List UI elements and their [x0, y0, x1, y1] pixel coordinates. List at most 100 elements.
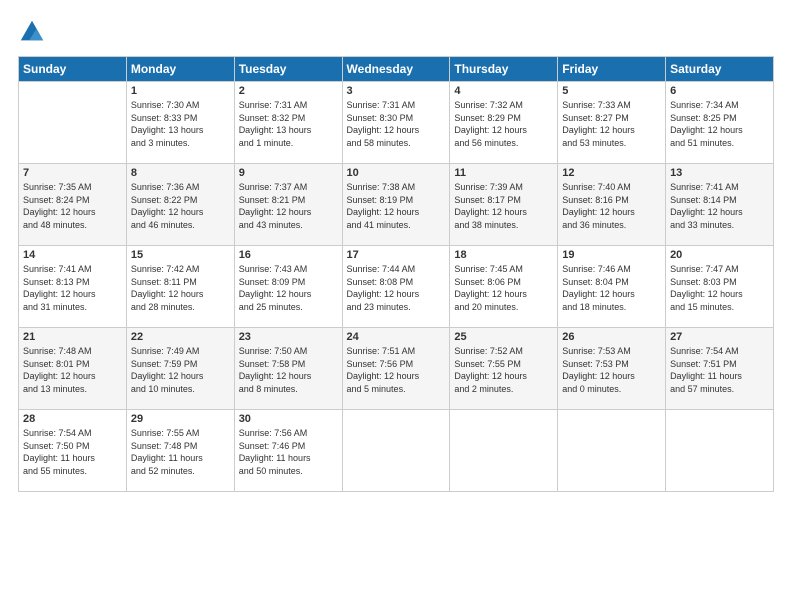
calendar-cell: 16 Sunrise: 7:43 AMSunset: 8:09 PMDayligh… — [234, 246, 342, 328]
day-info: Sunrise: 7:38 AMSunset: 8:19 PMDaylight:… — [347, 181, 446, 231]
calendar-cell: 15 Sunrise: 7:42 AMSunset: 8:11 PMDayligh… — [126, 246, 234, 328]
day-info: Sunrise: 7:55 AMSunset: 7:48 PMDaylight:… — [131, 427, 230, 477]
week-row-1: 7 Sunrise: 7:35 AMSunset: 8:24 PMDaylight… — [19, 164, 774, 246]
day-info: Sunrise: 7:43 AMSunset: 8:09 PMDaylight:… — [239, 263, 338, 313]
calendar-cell: 17 Sunrise: 7:44 AMSunset: 8:08 PMDayligh… — [342, 246, 450, 328]
calendar-cell: 19 Sunrise: 7:46 AMSunset: 8:04 PMDayligh… — [558, 246, 666, 328]
day-number: 1 — [131, 85, 230, 97]
day-number: 10 — [347, 167, 446, 179]
logo — [18, 18, 50, 46]
day-number: 20 — [670, 249, 769, 261]
day-info: Sunrise: 7:53 AMSunset: 7:53 PMDaylight:… — [562, 345, 661, 395]
day-info: Sunrise: 7:52 AMSunset: 7:55 PMDaylight:… — [454, 345, 553, 395]
calendar-cell: 2 Sunrise: 7:31 AMSunset: 8:32 PMDaylight… — [234, 82, 342, 164]
calendar-cell — [450, 410, 558, 492]
calendar-cell: 21 Sunrise: 7:48 AMSunset: 8:01 PMDayligh… — [19, 328, 127, 410]
calendar-cell: 4 Sunrise: 7:32 AMSunset: 8:29 PMDaylight… — [450, 82, 558, 164]
calendar-cell: 29Sunrise: 7:55 AMSunset: 7:48 PMDayligh… — [126, 410, 234, 492]
day-info: Sunrise: 7:45 AMSunset: 8:06 PMDaylight:… — [454, 263, 553, 313]
day-info: Sunrise: 7:30 AMSunset: 8:33 PMDaylight:… — [131, 99, 230, 149]
day-number: 5 — [562, 85, 661, 97]
day-number: 18 — [454, 249, 553, 261]
day-number: 9 — [239, 167, 338, 179]
week-row-4: 28 Sunrise: 7:54 AMSunset: 7:50 PMDayligh… — [19, 410, 774, 492]
weekday-header-monday: Monday — [126, 57, 234, 82]
day-number: 21 — [23, 331, 122, 343]
day-number: 26 — [562, 331, 661, 343]
calendar-cell: 13Sunrise: 7:41 AMSunset: 8:14 PMDayligh… — [666, 164, 774, 246]
day-number: 14 — [23, 249, 122, 261]
calendar-cell: 12Sunrise: 7:40 AMSunset: 8:16 PMDayligh… — [558, 164, 666, 246]
header — [18, 18, 774, 46]
day-number: 2 — [239, 85, 338, 97]
week-row-0: 1 Sunrise: 7:30 AMSunset: 8:33 PMDaylight… — [19, 82, 774, 164]
day-info: Sunrise: 7:44 AMSunset: 8:08 PMDaylight:… — [347, 263, 446, 313]
day-info: Sunrise: 7:41 AMSunset: 8:13 PMDaylight:… — [23, 263, 122, 313]
weekday-header-friday: Friday — [558, 57, 666, 82]
calendar-cell: 6 Sunrise: 7:34 AMSunset: 8:25 PMDaylight… — [666, 82, 774, 164]
calendar-cell: 24 Sunrise: 7:51 AMSunset: 7:56 PMDayligh… — [342, 328, 450, 410]
calendar-cell: 18 Sunrise: 7:45 AMSunset: 8:06 PMDayligh… — [450, 246, 558, 328]
day-info: Sunrise: 7:31 AMSunset: 8:30 PMDaylight:… — [347, 99, 446, 149]
day-number: 7 — [23, 167, 122, 179]
logo-icon — [18, 18, 46, 46]
weekday-header-row: SundayMondayTuesdayWednesdayThursdayFrid… — [19, 57, 774, 82]
day-number: 23 — [239, 331, 338, 343]
calendar-cell: 23 Sunrise: 7:50 AMSunset: 7:58 PMDayligh… — [234, 328, 342, 410]
day-number: 15 — [131, 249, 230, 261]
day-number: 19 — [562, 249, 661, 261]
calendar-cell — [19, 82, 127, 164]
day-number: 11 — [454, 167, 553, 179]
weekday-header-sunday: Sunday — [19, 57, 127, 82]
day-number: 25 — [454, 331, 553, 343]
calendar-cell: 9 Sunrise: 7:37 AMSunset: 8:21 PMDaylight… — [234, 164, 342, 246]
calendar-cell: 11Sunrise: 7:39 AMSunset: 8:17 PMDayligh… — [450, 164, 558, 246]
day-info: Sunrise: 7:36 AMSunset: 8:22 PMDaylight:… — [131, 181, 230, 231]
calendar-cell — [342, 410, 450, 492]
day-info: Sunrise: 7:34 AMSunset: 8:25 PMDaylight:… — [670, 99, 769, 149]
day-info: Sunrise: 7:37 AMSunset: 8:21 PMDaylight:… — [239, 181, 338, 231]
day-info: Sunrise: 7:48 AMSunset: 8:01 PMDaylight:… — [23, 345, 122, 395]
day-number: 8 — [131, 167, 230, 179]
calendar-cell: 1 Sunrise: 7:30 AMSunset: 8:33 PMDaylight… — [126, 82, 234, 164]
calendar-cell: 10 Sunrise: 7:38 AMSunset: 8:19 PMDayligh… — [342, 164, 450, 246]
day-number: 27 — [670, 331, 769, 343]
day-number: 22 — [131, 331, 230, 343]
calendar-cell: 30 Sunrise: 7:56 AMSunset: 7:46 PMDayligh… — [234, 410, 342, 492]
day-number: 28 — [23, 413, 122, 425]
calendar-cell: 26 Sunrise: 7:53 AMSunset: 7:53 PMDayligh… — [558, 328, 666, 410]
weekday-header-thursday: Thursday — [450, 57, 558, 82]
day-info: Sunrise: 7:33 AMSunset: 8:27 PMDaylight:… — [562, 99, 661, 149]
calendar-cell: 20Sunrise: 7:47 AMSunset: 8:03 PMDayligh… — [666, 246, 774, 328]
day-number: 4 — [454, 85, 553, 97]
day-info: Sunrise: 7:49 AMSunset: 7:59 PMDaylight:… — [131, 345, 230, 395]
calendar-cell: 27 Sunrise: 7:54 AMSunset: 7:51 PMDayligh… — [666, 328, 774, 410]
day-number: 24 — [347, 331, 446, 343]
day-info: Sunrise: 7:54 AMSunset: 7:50 PMDaylight:… — [23, 427, 122, 477]
day-info: Sunrise: 7:51 AMSunset: 7:56 PMDaylight:… — [347, 345, 446, 395]
day-info: Sunrise: 7:35 AMSunset: 8:24 PMDaylight:… — [23, 181, 122, 231]
day-info: Sunrise: 7:40 AMSunset: 8:16 PMDaylight:… — [562, 181, 661, 231]
day-info: Sunrise: 7:42 AMSunset: 8:11 PMDaylight:… — [131, 263, 230, 313]
day-number: 13 — [670, 167, 769, 179]
day-info: Sunrise: 7:32 AMSunset: 8:29 PMDaylight:… — [454, 99, 553, 149]
day-number: 6 — [670, 85, 769, 97]
weekday-header-tuesday: Tuesday — [234, 57, 342, 82]
calendar-cell — [558, 410, 666, 492]
day-number: 17 — [347, 249, 446, 261]
day-number: 16 — [239, 249, 338, 261]
calendar-cell — [666, 410, 774, 492]
weekday-header-saturday: Saturday — [666, 57, 774, 82]
calendar-cell: 5 Sunrise: 7:33 AMSunset: 8:27 PMDaylight… — [558, 82, 666, 164]
calendar-cell: 8 Sunrise: 7:36 AMSunset: 8:22 PMDaylight… — [126, 164, 234, 246]
day-info: Sunrise: 7:50 AMSunset: 7:58 PMDaylight:… — [239, 345, 338, 395]
day-info: Sunrise: 7:31 AMSunset: 8:32 PMDaylight:… — [239, 99, 338, 149]
calendar-cell: 28 Sunrise: 7:54 AMSunset: 7:50 PMDayligh… — [19, 410, 127, 492]
page: SundayMondayTuesdayWednesdayThursdayFrid… — [0, 0, 792, 612]
day-number: 3 — [347, 85, 446, 97]
day-info: Sunrise: 7:46 AMSunset: 8:04 PMDaylight:… — [562, 263, 661, 313]
day-info: Sunrise: 7:54 AMSunset: 7:51 PMDaylight:… — [670, 345, 769, 395]
calendar-table: SundayMondayTuesdayWednesdayThursdayFrid… — [18, 56, 774, 492]
day-number: 30 — [239, 413, 338, 425]
day-info: Sunrise: 7:56 AMSunset: 7:46 PMDaylight:… — [239, 427, 338, 477]
